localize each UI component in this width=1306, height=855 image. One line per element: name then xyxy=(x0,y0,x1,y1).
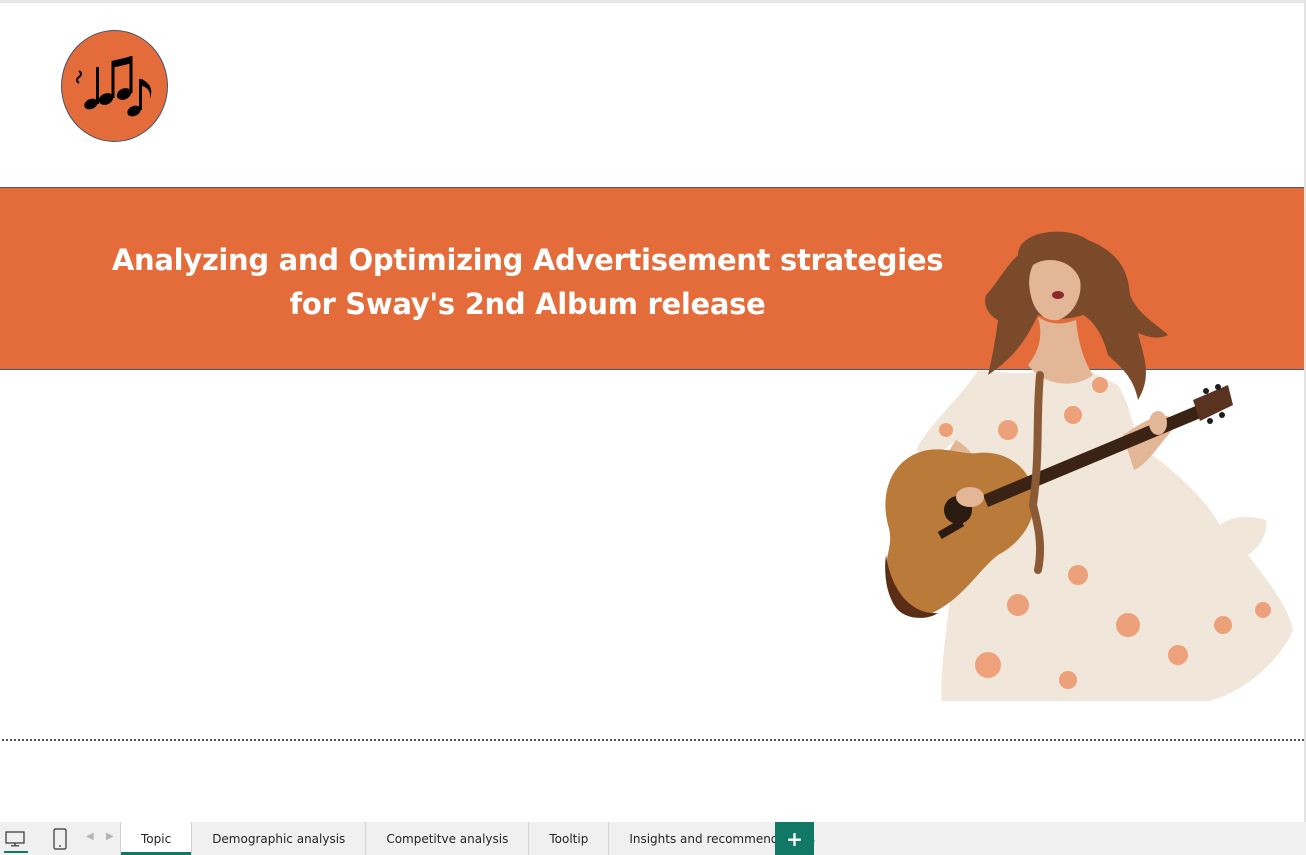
plus-icon: + xyxy=(786,826,803,851)
report-title: Analyzing and Optimizing Advertisement s… xyxy=(110,238,945,326)
tab-competitive-analysis[interactable]: Competitve analysis xyxy=(366,822,530,855)
singer-with-guitar-image xyxy=(885,231,1293,701)
page-navigation-bar: ◀ ▶ Topic Demographic analysis Competitv… xyxy=(0,822,1306,855)
page-tabs: Topic Demographic analysis Competitve an… xyxy=(120,822,835,855)
desktop-view-button[interactable] xyxy=(1,822,29,855)
tab-tooltip[interactable]: Tooltip xyxy=(529,822,610,855)
music-notes-icon xyxy=(76,56,152,117)
tab-label: Topic xyxy=(141,831,172,846)
add-page-button[interactable]: + xyxy=(775,822,814,855)
tab-label: Competitve analysis xyxy=(386,831,509,846)
tab-label: Demographic analysis xyxy=(212,831,346,846)
chevron-right-icon[interactable]: ▶ xyxy=(106,831,114,842)
mobile-view-icon xyxy=(53,827,67,850)
music-logo xyxy=(61,30,168,142)
report-title-line-2: for Sway's 2nd Album release xyxy=(289,287,766,321)
tab-topic[interactable]: Topic xyxy=(120,822,193,855)
mobile-view-button[interactable] xyxy=(46,822,74,855)
page-break-divider xyxy=(2,739,1304,741)
tab-label: Tooltip xyxy=(549,831,589,846)
desktop-view-icon xyxy=(5,830,25,846)
report-canvas: Analyzing and Optimizing Advertisement s… xyxy=(0,3,1304,822)
report-title-line-1: Analyzing and Optimizing Advertisement s… xyxy=(111,243,944,277)
tab-demographic-analysis[interactable]: Demographic analysis xyxy=(192,822,367,855)
chevron-left-icon[interactable]: ◀ xyxy=(86,831,94,842)
